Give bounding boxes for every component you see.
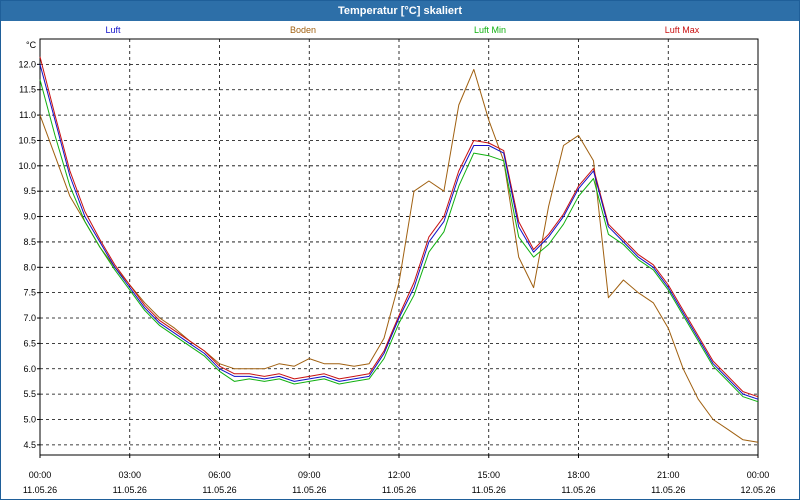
legend-entry: Boden bbox=[290, 25, 316, 35]
y-tick-label: 5.0 bbox=[23, 414, 36, 424]
y-axis-ticks: 4.5 5.0 5.5 6.0 6.5 7.0 7.5 8.0 8.5 9.0 9.5 10.0 10.… bbox=[18, 59, 40, 450]
x-tick-time: 03:00 bbox=[118, 470, 141, 480]
x-tick-time: 00:00 bbox=[29, 470, 52, 480]
y-tick-label: 4.5 bbox=[23, 440, 36, 450]
temperature-chart: °C 4.5 5.0 5.5 6.0 6.5 7.0 7.5 8.0 8.5 9.0 9.5 10.0… bbox=[18, 25, 776, 495]
x-tick-date: 11.05.26 bbox=[23, 485, 57, 495]
x-tick-date: 11.05.26 bbox=[472, 485, 506, 495]
y-tick-label: 11.5 bbox=[19, 85, 36, 95]
x-tick-time: 06:00 bbox=[208, 470, 231, 480]
y-tick-label: 5.5 bbox=[23, 389, 36, 399]
legend-entry: Luft Min bbox=[474, 25, 506, 35]
y-tick-label: 9.0 bbox=[23, 212, 36, 222]
y-tick-label: 11.0 bbox=[19, 110, 36, 120]
x-tick-time: 15:00 bbox=[477, 470, 500, 480]
y-tick-label: 12.0 bbox=[18, 59, 36, 69]
y-tick-label: 7.5 bbox=[23, 288, 36, 298]
x-tick-time: 21:00 bbox=[657, 470, 680, 480]
x-tick-time: 12:00 bbox=[388, 470, 411, 480]
x-tick-date: 11.05.26 bbox=[382, 485, 416, 495]
x-tick-time: 00:00 bbox=[747, 470, 770, 480]
x-tick-date: 11.05.26 bbox=[113, 485, 147, 495]
legend: Luft Boden Luft Min Luft Max bbox=[105, 25, 699, 35]
y-tick-label: 9.5 bbox=[23, 186, 36, 196]
x-tick-date: 11.05.26 bbox=[202, 485, 236, 495]
y-tick-label: 6.5 bbox=[23, 338, 36, 348]
y-tick-label: 7.0 bbox=[23, 313, 36, 323]
legend-entry: Luft Max bbox=[665, 25, 700, 35]
x-tick-date: 11.05.26 bbox=[561, 485, 595, 495]
x-tick-date: 11.05.26 bbox=[651, 485, 685, 495]
y-tick-label: 8.0 bbox=[23, 262, 36, 272]
x-tick-time: 18:00 bbox=[567, 470, 590, 480]
y-tick-label: 10.0 bbox=[18, 161, 36, 171]
y-axis-unit-label: °C bbox=[26, 40, 37, 50]
x-tick-date: 12.05.26 bbox=[740, 485, 775, 495]
y-tick-label: 10.5 bbox=[18, 135, 36, 145]
y-tick-label: 6.0 bbox=[23, 364, 36, 374]
legend-entry: Luft bbox=[105, 25, 121, 35]
y-tick-label: 8.5 bbox=[23, 237, 36, 247]
x-tick-time: 09:00 bbox=[298, 470, 321, 480]
x-tick-date: 11.05.26 bbox=[292, 485, 326, 495]
grid bbox=[40, 39, 758, 455]
x-axis-ticks: 00:00 11.05.26 03:00 11.05.26 06:00 11.05.26 0… bbox=[23, 455, 776, 495]
